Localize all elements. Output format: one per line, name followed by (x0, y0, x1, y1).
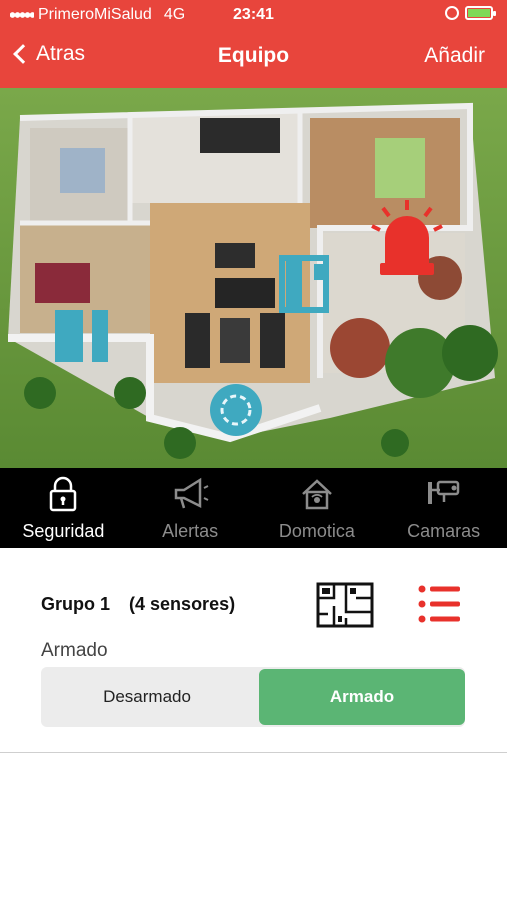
app-header: PrimeroMiSalud 4G 23:41 Atras Equipo Aña… (0, 0, 507, 88)
battery-icon (465, 6, 496, 20)
status-bar: PrimeroMiSalud 4G 23:41 (0, 0, 507, 32)
megaphone-icon (174, 477, 209, 509)
clock: 23:41 (233, 6, 274, 23)
navigation-bar: Atras Equipo Añadir (0, 36, 507, 80)
floorplan-icon[interactable] (316, 582, 374, 628)
group-title: Grupo 1 (4 sensores) (41, 594, 235, 615)
group-panel: Grupo 1 (4 sensores) Armado Desarmado Ar… (0, 548, 507, 753)
tab-alertas[interactable]: Alertas (127, 468, 254, 548)
list-icon[interactable] (418, 584, 462, 624)
smart-home-icon (302, 479, 332, 510)
tab-label: Seguridad (22, 521, 105, 541)
window-sensor-icon[interactable] (55, 310, 108, 362)
sensor-count: (4 sensores) (129, 594, 236, 614)
lock-icon (50, 476, 77, 512)
tab-seguridad[interactable]: Seguridad (0, 468, 127, 548)
tab-domotica[interactable]: Domotica (254, 468, 381, 548)
disarm-button[interactable]: Desarmado (41, 667, 253, 727)
house-floorplan-image[interactable] (0, 88, 507, 468)
arm-state-label: Armado (41, 640, 108, 661)
floorplan-illustration (0, 88, 507, 468)
rotation-lock-icon (445, 6, 459, 20)
arm-segmented-control: Desarmado Armado (41, 667, 465, 727)
tab-bar: Seguridad Alertas Domotica Camaras (0, 468, 507, 548)
tab-label: Alertas (162, 521, 219, 541)
tab-camaras[interactable]: Camaras (380, 468, 507, 548)
motion-sensor-icon[interactable] (210, 384, 262, 436)
add-button[interactable]: Añadir (424, 44, 485, 68)
group-name: Grupo 1 (41, 594, 111, 614)
tab-label: Domotica (278, 521, 355, 541)
arm-button[interactable]: Armado (259, 669, 465, 725)
security-camera-icon (427, 480, 459, 504)
tab-label: Camaras (407, 521, 481, 541)
